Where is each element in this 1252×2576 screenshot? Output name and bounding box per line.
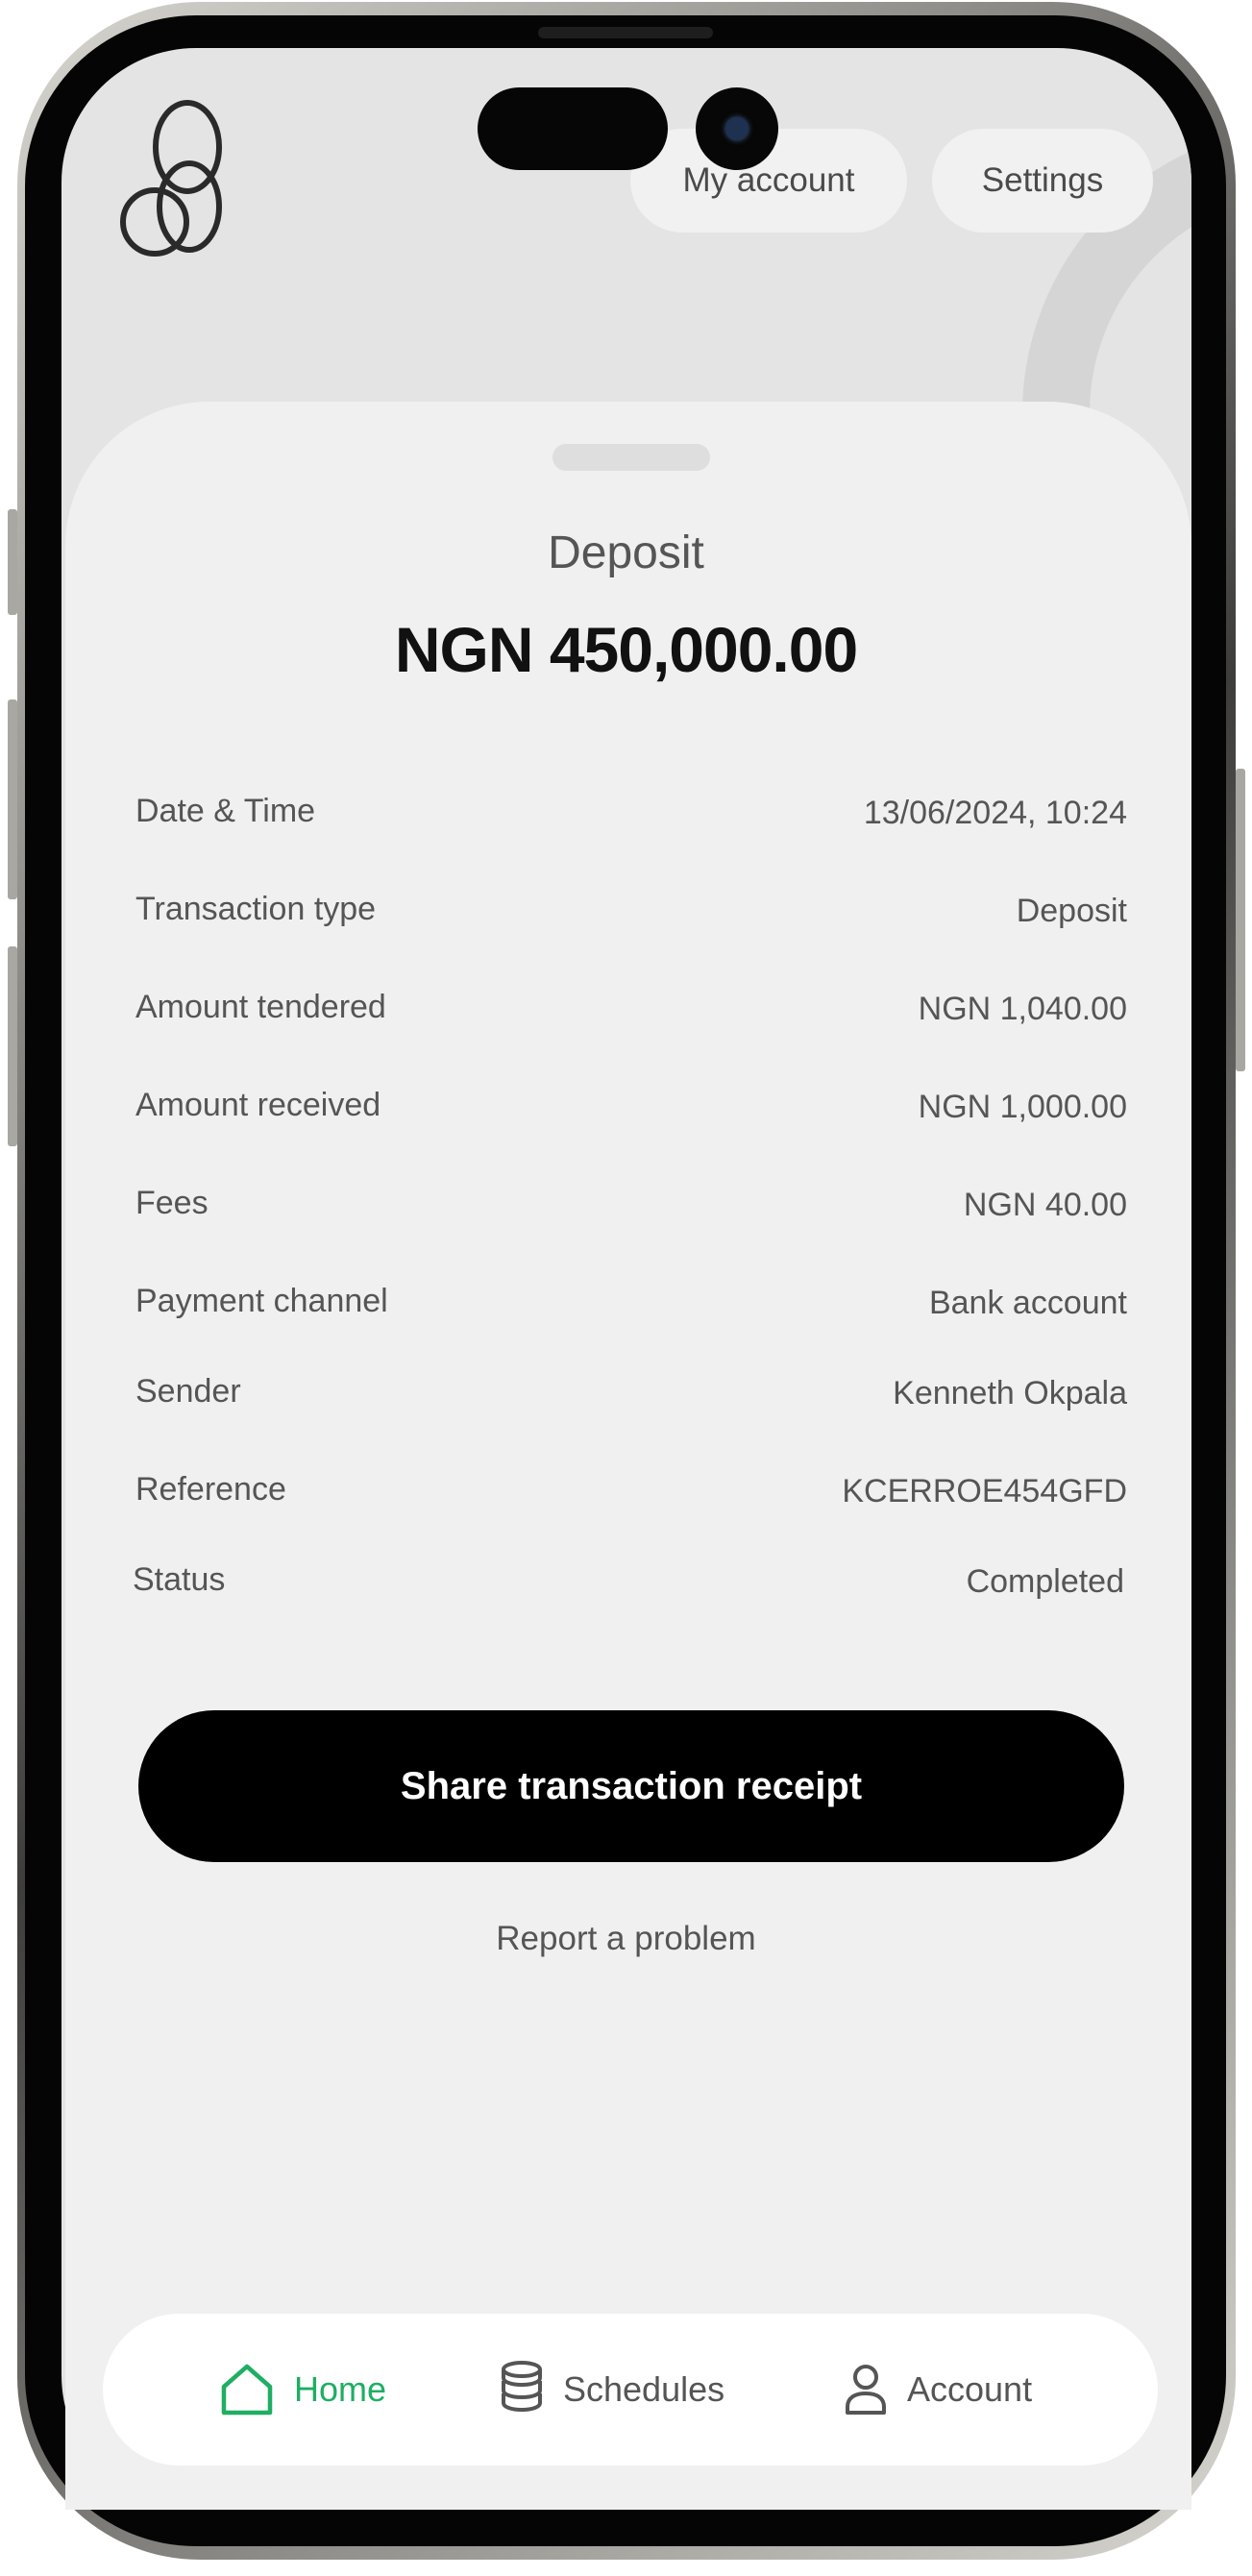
detail-value-reference: KCERROE454GFD: [842, 1473, 1127, 1509]
detail-value-amount-tendered: NGN 1,040.00: [918, 991, 1127, 1027]
home-icon: [221, 2364, 273, 2416]
speaker-grille: [538, 27, 713, 38]
detail-label-transaction-type: Transaction type: [135, 891, 377, 927]
share-receipt-button[interactable]: Share transaction receipt: [138, 1710, 1124, 1862]
detail-value-sender: Kenneth Okpala: [893, 1375, 1127, 1411]
detail-label-fees: Fees: [135, 1185, 209, 1221]
app-logo-icon: [120, 100, 222, 257]
power-button: [1236, 769, 1245, 1071]
detail-value-amount-received: NGN 1,000.00: [918, 1089, 1127, 1125]
detail-label-reference: Reference: [135, 1471, 286, 1508]
nav-item-home[interactable]: Home: [219, 2360, 386, 2419]
transaction-detail-sheet: [65, 402, 1191, 2510]
detail-value-transaction-type: Deposit: [1016, 893, 1127, 929]
transaction-amount: NGN 450,000.00: [394, 614, 858, 685]
front-camera: [696, 87, 778, 170]
nav-label-home: Home: [294, 2369, 387, 2409]
detail-label-status: Status: [133, 1561, 226, 1598]
settings-label: Settings: [981, 161, 1104, 199]
detail-value-fees: NGN 40.00: [963, 1187, 1127, 1223]
detail-label-amount-tendered: Amount tendered: [135, 989, 386, 1025]
nav-item-account[interactable]: Account: [844, 2360, 1032, 2419]
detail-value-payment-channel: Bank account: [928, 1285, 1127, 1321]
detail-value-date-time: 13/06/2024, 10:24: [863, 795, 1127, 831]
sheet-drag-handle[interactable]: [552, 444, 710, 471]
settings-button[interactable]: Settings: [932, 129, 1153, 233]
volume-up-button: [8, 699, 17, 899]
nav-label-schedules: Schedules: [563, 2369, 725, 2409]
volume-down-button: [8, 946, 17, 1146]
report-problem-link[interactable]: Report a problem: [0, 1920, 1252, 1958]
detail-label-date-time: Date & Time: [135, 793, 316, 829]
share-receipt-label: Share transaction receipt: [400, 1764, 863, 1807]
transaction-type-title: Deposit: [548, 527, 704, 578]
coins-stack-icon: [502, 2361, 542, 2413]
my-account-label: My account: [682, 161, 855, 199]
detail-value-status: Completed: [966, 1563, 1124, 1600]
detail-label-sender: Sender: [135, 1373, 241, 1410]
nav-label-account: Account: [907, 2369, 1033, 2409]
dynamic-island: [478, 87, 668, 170]
detail-label-amount-received: Amount received: [135, 1087, 381, 1123]
nav-item-schedules[interactable]: Schedules: [500, 2360, 724, 2419]
detail-label-payment-channel: Payment channel: [135, 1283, 388, 1319]
user-icon: [846, 2365, 886, 2415]
